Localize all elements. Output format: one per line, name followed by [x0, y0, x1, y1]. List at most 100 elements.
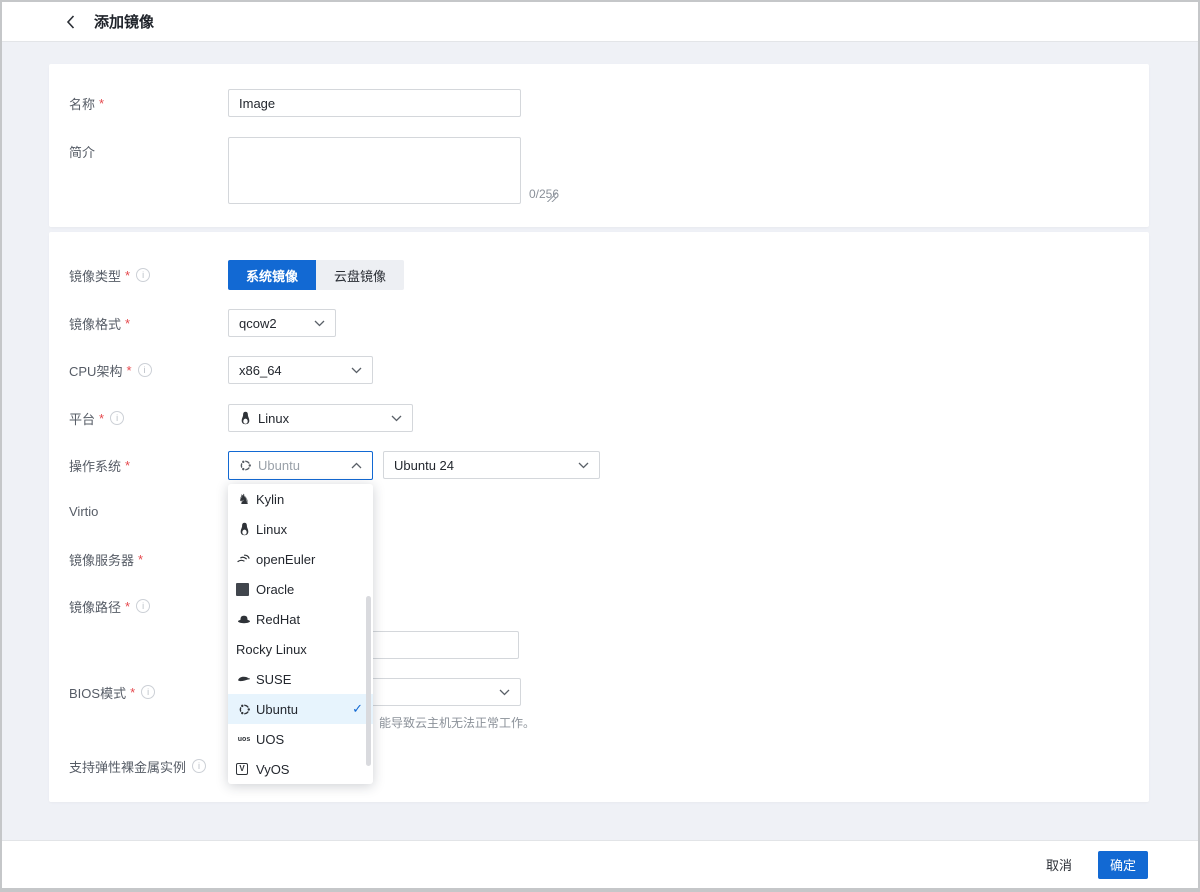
required-mark: *: [126, 363, 131, 378]
bios-mode-label: BIOS模式: [69, 683, 126, 702]
image-path-label: 镜像路径: [69, 597, 121, 616]
cpu-arch-label: CPU架构: [69, 361, 122, 380]
name-row: 名称 *: [49, 89, 1149, 117]
image-format-label: 镜像格式: [69, 314, 121, 333]
chevron-down-icon: [314, 320, 325, 327]
uos-icon: uos: [236, 731, 252, 747]
bare-metal-row: 支持弹性裸金属实例 i: [49, 752, 1149, 780]
info-icon[interactable]: i: [138, 363, 152, 377]
os-option-label: Oracle: [256, 582, 294, 597]
chevron-down-icon: [391, 415, 402, 422]
bare-metal-label: 支持弹性裸金属实例: [69, 757, 186, 776]
info-icon[interactable]: i: [110, 411, 124, 425]
vyos-icon: V: [236, 763, 248, 775]
image-format-select[interactable]: qcow2: [228, 309, 336, 337]
back-button[interactable]: [60, 12, 80, 32]
os-option-label: Rocky Linux: [236, 642, 307, 657]
virtio-label: Virtio: [69, 504, 98, 519]
description-row: 简介 0/256: [49, 137, 1149, 204]
required-mark: *: [99, 96, 104, 111]
os-option-label: Linux: [256, 522, 287, 537]
os-version-value: Ubuntu 24: [394, 458, 454, 473]
info-icon[interactable]: i: [192, 759, 206, 773]
os-option-kylin[interactable]: ♞ Kylin: [228, 484, 373, 514]
os-option-uos[interactable]: uos UOS: [228, 724, 373, 754]
image-server-row: 镜像服务器 *: [49, 545, 1149, 573]
suse-icon: [236, 671, 252, 687]
os-option-label: VyOS: [256, 762, 289, 777]
os-option-label: SUSE: [256, 672, 291, 687]
name-input[interactable]: [228, 89, 521, 117]
cancel-button[interactable]: 取消: [1046, 855, 1072, 874]
main-content: 名称 * 简介 0/256: [2, 42, 1198, 840]
ubuntu-icon: [236, 701, 252, 717]
os-option-ubuntu[interactable]: Ubuntu ✓: [228, 694, 373, 724]
page-header: 添加镜像: [2, 2, 1198, 42]
page-title: 添加镜像: [94, 11, 154, 32]
image-path-row: 镜像路径 * i: [49, 592, 1149, 659]
os-option-oracle[interactable]: Oracle: [228, 574, 373, 604]
os-option-label: Kylin: [256, 492, 284, 507]
linux-tux-icon: [236, 521, 252, 537]
action-footer: 取消 确定: [2, 840, 1198, 888]
image-type-option-system[interactable]: 系统镜像: [228, 260, 316, 290]
info-icon[interactable]: i: [141, 685, 155, 699]
os-option-label: openEuler: [256, 552, 315, 567]
os-label: 操作系统: [69, 456, 121, 475]
oracle-icon: [236, 583, 249, 596]
required-mark: *: [138, 552, 143, 567]
image-type-segmented: 系统镜像 云盘镜像: [228, 260, 404, 290]
image-server-label: 镜像服务器: [69, 550, 134, 569]
info-icon[interactable]: i: [136, 599, 150, 613]
required-mark: *: [130, 685, 135, 700]
description-textarea[interactable]: [228, 137, 521, 204]
image-type-option-disk[interactable]: 云盘镜像: [316, 260, 404, 290]
linux-tux-icon: [239, 411, 252, 425]
dropdown-scrollbar[interactable]: [366, 596, 371, 766]
chevron-left-icon: [66, 15, 75, 29]
os-placeholder: Ubuntu: [258, 458, 300, 473]
image-format-row: 镜像格式 * qcow2: [49, 309, 1149, 337]
os-option-label: Ubuntu: [256, 702, 298, 717]
platform-select[interactable]: Linux: [228, 404, 413, 432]
os-select[interactable]: Ubuntu: [228, 451, 373, 480]
cpu-arch-row: CPU架构 * i x86_64: [49, 356, 1149, 384]
image-config-card: 镜像类型 * i 系统镜像 云盘镜像 镜像格式 * qcow2: [49, 232, 1149, 802]
os-version-select[interactable]: Ubuntu 24: [383, 451, 600, 479]
ubuntu-icon: [239, 459, 252, 472]
add-image-page: 添加镜像 名称 * 简介 0/256: [0, 0, 1200, 892]
confirm-button[interactable]: 确定: [1098, 851, 1148, 879]
required-mark: *: [125, 268, 130, 283]
os-option-redhat[interactable]: RedHat: [228, 604, 373, 634]
platform-label: 平台: [69, 409, 95, 428]
os-option-suse[interactable]: SUSE: [228, 664, 373, 694]
chevron-down-icon: [351, 367, 362, 374]
os-row: 操作系统 * Ubuntu: [49, 451, 1149, 480]
virtio-row: Virtio: [49, 497, 1149, 525]
os-option-rocky-linux[interactable]: Rocky Linux: [228, 634, 373, 664]
image-type-label: 镜像类型: [69, 266, 121, 285]
openeuler-icon: [236, 551, 252, 567]
chevron-down-icon: [578, 462, 589, 469]
platform-value: Linux: [258, 411, 289, 426]
info-icon[interactable]: i: [136, 268, 150, 282]
cpu-arch-value: x86_64: [239, 363, 282, 378]
required-mark: *: [125, 316, 130, 331]
os-dropdown-panel: ♞ Kylin Linux: [228, 484, 373, 784]
image-type-row: 镜像类型 * i 系统镜像 云盘镜像: [49, 260, 1149, 290]
os-option-label: RedHat: [256, 612, 300, 627]
redhat-icon: [236, 611, 252, 627]
kylin-icon: ♞: [236, 491, 252, 507]
os-option-openeuler[interactable]: openEuler: [228, 544, 373, 574]
cpu-arch-select[interactable]: x86_64: [228, 356, 373, 384]
check-icon: ✓: [352, 701, 363, 717]
chevron-down-icon: [499, 689, 510, 696]
os-option-linux[interactable]: Linux: [228, 514, 373, 544]
image-format-value: qcow2: [239, 316, 277, 331]
name-label: 名称: [69, 94, 95, 113]
required-mark: *: [125, 458, 130, 473]
basic-info-card: 名称 * 简介 0/256: [49, 64, 1149, 227]
chevron-up-icon: [351, 462, 362, 469]
os-option-vyos[interactable]: V VyOS: [228, 754, 373, 784]
platform-row: 平台 * i Linux: [49, 404, 1149, 432]
